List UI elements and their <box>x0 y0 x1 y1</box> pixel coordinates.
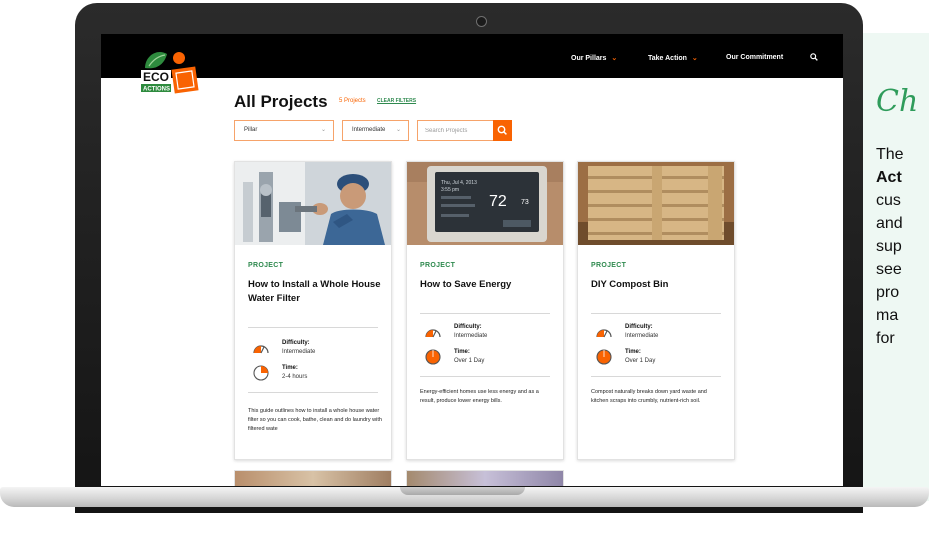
difficulty-select[interactable]: Intermediate ⌄ <box>342 120 409 141</box>
laptop-screen: Our Pillars ⌄ Take Action ⌄ Our Commitment… <box>101 34 843 486</box>
side-panel-text: The Act cus and sup see pro ma for <box>876 143 904 350</box>
chevron-down-icon: ⌄ <box>691 55 698 62</box>
divider <box>420 313 550 314</box>
svg-text:3:55 pm: 3:55 pm <box>441 187 459 193</box>
pillar-select[interactable]: Pillar ⌄ <box>234 120 334 141</box>
difficulty-label: Difficulty: <box>454 324 482 330</box>
difficulty-value: Intermediate <box>625 333 659 339</box>
nav-our-commitment[interactable]: Our Commitment <box>726 54 783 61</box>
search-input[interactable] <box>425 125 485 137</box>
divider <box>248 327 378 328</box>
svg-text:73: 73 <box>521 199 529 206</box>
clock-icon <box>425 349 441 365</box>
time-label: Time: <box>454 349 470 355</box>
side-line: sup <box>876 238 902 255</box>
eco-actions-logo[interactable]: ECO ACTIONS <box>139 44 201 100</box>
project-card-partial[interactable] <box>234 470 392 486</box>
page-title: All Projects <box>234 92 328 111</box>
search-field[interactable] <box>417 120 496 141</box>
side-line: Act <box>876 169 902 186</box>
webcam-icon <box>476 16 487 27</box>
difficulty-gauge-icon <box>425 329 441 338</box>
difficulty-value: Intermediate <box>454 333 488 339</box>
time-value: Over 1 Day <box>625 358 656 364</box>
project-count: 5 Projects <box>339 98 366 104</box>
time-label: Time: <box>282 365 298 371</box>
search-icon <box>497 125 507 135</box>
card-description: This guide outlines how to install a who… <box>248 408 382 432</box>
card-description: Energy-efficient homes use less energy a… <box>420 389 539 404</box>
side-line: and <box>876 215 903 232</box>
card-label: PROJECT <box>591 262 627 269</box>
side-line: The <box>876 146 904 163</box>
chevron-down-icon: ⌄ <box>321 127 327 133</box>
difficulty-value: Intermediate <box>282 349 316 355</box>
card-title[interactable]: How to Save Energy <box>420 278 556 292</box>
wooden-compost-bin-image <box>578 162 734 245</box>
project-card[interactable]: Thu, Jul 4, 2013 3:55 pm 72 73 PROJECT H… <box>406 161 564 460</box>
difficulty-label: Difficulty: <box>282 340 310 346</box>
card-label: PROJECT <box>420 262 456 269</box>
side-line: cus <box>876 192 901 209</box>
svg-text:Thu, Jul 4, 2013: Thu, Jul 4, 2013 <box>441 180 477 186</box>
project-card-partial[interactable] <box>406 470 564 486</box>
side-line: for <box>876 330 895 347</box>
project-card[interactable]: PROJECT DIY Compost Bin Difficulty: Inte… <box>577 161 735 460</box>
chevron-down-icon: ⌄ <box>396 127 402 133</box>
chevron-down-icon: ⌄ <box>611 55 618 62</box>
side-line: pro <box>876 284 900 301</box>
site-header: Our Pillars ⌄ Take Action ⌄ Our Commitment <box>101 34 843 78</box>
difficulty-gauge-icon <box>596 329 612 338</box>
clock-icon <box>596 349 612 365</box>
difficulty-label: Difficulty: <box>625 324 653 330</box>
search-button[interactable] <box>493 120 512 141</box>
clock-icon <box>253 365 269 381</box>
card-description: Compost naturally breaks down yard waste… <box>591 389 707 404</box>
search-icon[interactable] <box>810 53 818 61</box>
time-value: 2-4 hours <box>282 374 308 380</box>
side-line: ma <box>876 307 899 324</box>
project-card[interactable]: PROJECT How to Install a Whole House Wat… <box>234 161 392 460</box>
svg-text:72: 72 <box>489 193 507 210</box>
divider <box>591 376 721 377</box>
card-title[interactable]: How to Install a Whole House Water Filte… <box>248 278 384 306</box>
divider <box>248 392 378 393</box>
card-title[interactable]: DIY Compost Bin <box>591 278 727 292</box>
card-label: PROJECT <box>248 262 284 269</box>
svg-text:ACTIONS: ACTIONS <box>143 87 170 93</box>
clear-filters-link[interactable]: CLEAR FILTERS <box>377 98 416 104</box>
smart-thermostat-image: Thu, Jul 4, 2013 3:55 pm 72 73 <box>407 162 563 245</box>
plumber-installing-filter-image <box>235 162 391 245</box>
laptop-notch <box>400 487 525 495</box>
divider <box>420 376 550 377</box>
svg-text:ECO: ECO <box>143 70 169 84</box>
time-label: Time: <box>625 349 641 355</box>
nav-take-action[interactable]: Take Action ⌄ <box>648 54 698 62</box>
side-line: see <box>876 261 902 278</box>
nav-our-pillars[interactable]: Our Pillars ⌄ <box>571 54 617 62</box>
side-panel-title: Ch <box>876 84 919 119</box>
divider <box>591 313 721 314</box>
difficulty-gauge-icon <box>253 345 269 354</box>
time-value: Over 1 Day <box>454 358 485 364</box>
